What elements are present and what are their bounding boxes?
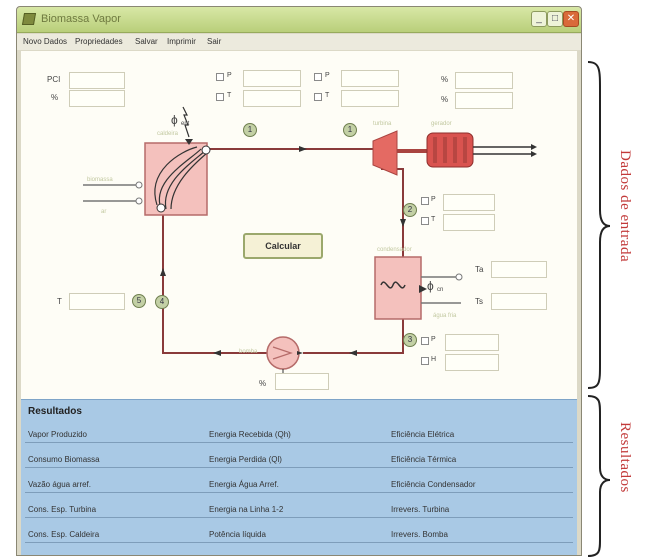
result-vapor-produzido: Vapor Produzido <box>28 430 87 439</box>
boiler-caption: caldeira <box>157 131 179 137</box>
menu-item-novo-dados[interactable]: Novo Dados <box>23 37 67 46</box>
air-caption: ar <box>101 209 107 215</box>
turbine-t-field[interactable] <box>443 214 495 231</box>
menu-item-propriedades[interactable]: Propriedades <box>75 37 123 46</box>
flow-arrow <box>400 219 406 227</box>
state-badge-1a: 1 <box>243 123 257 137</box>
menu-item-sair[interactable]: Sair <box>207 37 221 46</box>
result-energia-perdida: Energia Perdida (Ql) <box>209 455 282 464</box>
result-potencia-liquida: Potência líquida <box>209 530 266 539</box>
close-button[interactable]: ✕ <box>563 11 579 27</box>
result-cons-esp-turbina: Cons. Esp. Turbina <box>28 505 97 514</box>
turbine-caption: turbina <box>373 121 392 127</box>
heat-input-subscript: ent <box>181 121 190 127</box>
fuel-caption: biomassa <box>87 177 113 183</box>
cooling-out-temp-label: Ts <box>475 297 483 306</box>
result-cons-esp-caldeira: Cons. Esp. Caldeira <box>28 530 100 539</box>
result-eficiencia-eletrica: Eficiência Elétrica <box>391 430 455 439</box>
cycle-diagram: PCI % P T P T % % ϕ ent caldeira turbina… <box>21 51 577 399</box>
row-divider <box>25 517 573 518</box>
bottom-p-field[interactable] <box>445 334 499 351</box>
result-irrevers-turbina: Irrevers. Turbina <box>391 505 450 514</box>
pump-efficiency-label: % <box>259 379 267 388</box>
state-badge-4: 4 <box>155 295 169 309</box>
condenser <box>374 256 422 320</box>
menu-item-imprimir[interactable]: Imprimir <box>167 37 196 46</box>
flow-arrow <box>299 146 307 152</box>
inputs-annotation: Dados de entrada <box>617 150 633 263</box>
result-vazao-agua: Vazão água arref. <box>28 480 92 489</box>
app-window: Biomassa Vapor _ □ ✕ Novo Dados Propried… <box>16 6 582 556</box>
results-title: Resultados <box>28 406 82 417</box>
boiler-outlet-node <box>201 145 211 155</box>
result-irrevers-bomba: Irrevers. Bomba <box>391 530 448 539</box>
results-brace <box>587 395 611 557</box>
result-energia-recebida: Energia Recebida (Qh) <box>209 430 291 439</box>
flow-arrow <box>160 268 166 276</box>
menu-bar: Novo Dados Propriedades Salvar Imprimir … <box>17 34 581 50</box>
cooling-out-temp-field[interactable] <box>491 293 547 310</box>
turbine-p-field[interactable] <box>443 194 495 211</box>
state-badge-5: 5 <box>132 294 146 308</box>
pump <box>266 336 300 370</box>
state-badge-3: 3 <box>403 333 417 347</box>
flow-arrow <box>349 350 357 356</box>
result-eficiencia-termica: Eficiência Térmica <box>391 455 457 464</box>
inputs-brace <box>587 61 611 389</box>
app-icon <box>21 13 37 25</box>
minimize-button[interactable]: _ <box>531 11 547 27</box>
boiler <box>144 142 208 216</box>
condenser-caption: condensador <box>377 247 412 253</box>
bottom-h-field[interactable] <box>445 354 499 371</box>
heat-input-symbol: ϕ <box>171 113 178 127</box>
row-divider <box>25 492 573 493</box>
result-consumo-biomassa: Consumo Biomassa <box>28 455 100 464</box>
flow-arrow <box>213 350 221 356</box>
results-annotation: Resultados <box>617 422 633 493</box>
pump-efficiency-field[interactable] <box>275 373 329 390</box>
condenser-heat-symbol: ϕ <box>427 279 434 293</box>
row-divider <box>25 442 573 443</box>
result-energia-linha: Energia na Linha 1-2 <box>209 505 284 514</box>
cooling-caption: água fria <box>433 313 457 319</box>
results-panel: Resultados Vapor Produzido Energia Receb… <box>21 399 577 555</box>
temp-field[interactable] <box>69 293 125 310</box>
result-eficiencia-condensador: Eficiência Condensador <box>391 480 476 489</box>
cooling-in-temp-label: Ta <box>475 265 484 274</box>
state-badge-1b: 1 <box>343 123 357 137</box>
turbine-p-label: P <box>431 196 436 203</box>
generator-caption: gerador <box>431 121 452 127</box>
turbine-shaft <box>397 149 427 153</box>
pump-caption: bomba <box>239 349 258 355</box>
window-title: Biomassa Vapor <box>41 13 121 25</box>
turbine-t-label: T <box>431 216 436 223</box>
menu-item-salvar[interactable]: Salvar <box>135 37 158 46</box>
checkbox-turbine-p[interactable] <box>421 197 429 205</box>
checkbox-bottom-p[interactable] <box>421 337 429 345</box>
checkbox-turbine-t[interactable] <box>421 217 429 225</box>
turbine <box>372 130 398 176</box>
title-bar[interactable]: Biomassa Vapor _ □ ✕ <box>17 7 581 33</box>
bottom-p-label: P <box>431 336 436 343</box>
calculate-button[interactable]: Calcular <box>243 233 323 259</box>
checkbox-bottom-h[interactable] <box>421 357 429 365</box>
row-divider <box>25 467 573 468</box>
condenser-heat-subscript: cn <box>437 287 444 293</box>
bottom-h-label: H <box>431 356 437 363</box>
boiler-inlet-node <box>156 203 166 213</box>
cooling-in-temp-field[interactable] <box>491 261 547 278</box>
result-energia-agua: Energia Água Arref. <box>209 480 279 489</box>
temp-label: T <box>57 297 62 306</box>
state-badge-2: 2 <box>403 203 417 217</box>
row-divider <box>25 542 573 543</box>
maximize-button[interactable]: □ <box>547 11 563 27</box>
